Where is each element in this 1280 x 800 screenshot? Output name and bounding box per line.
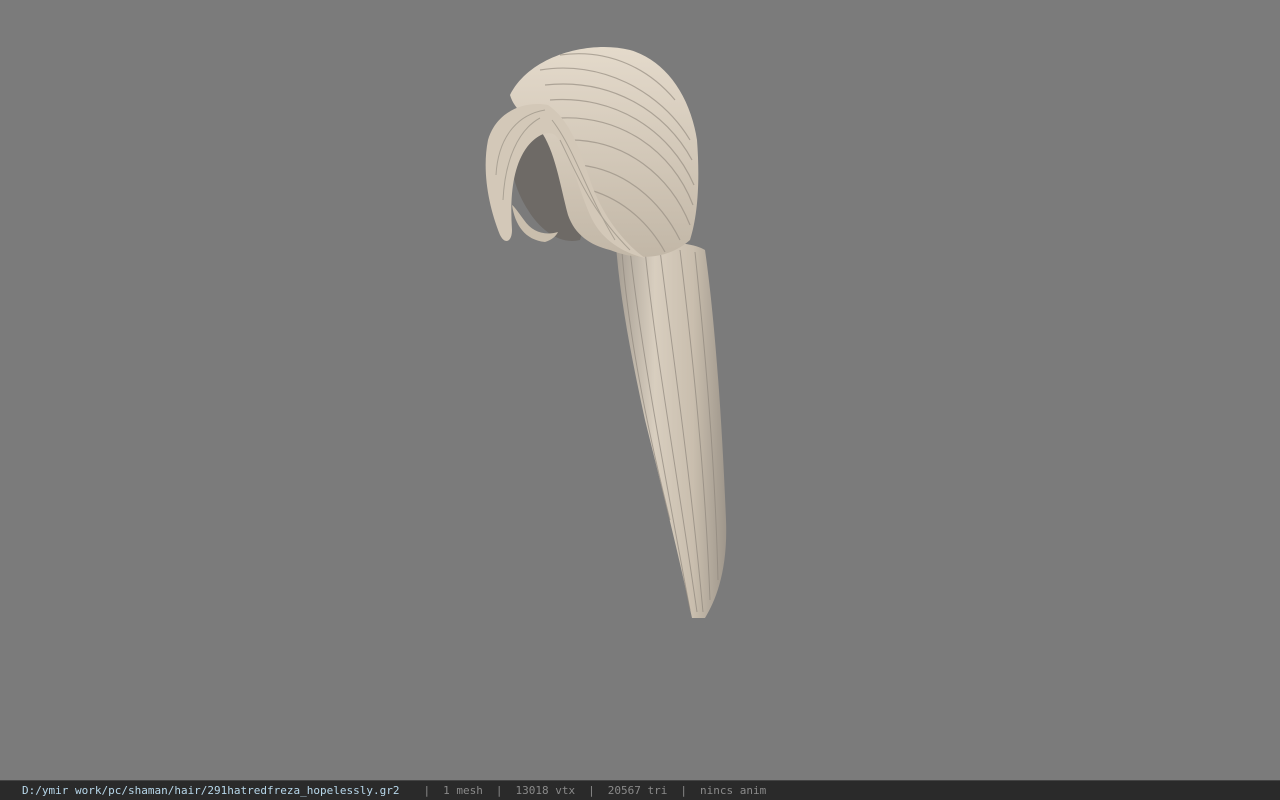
animation-status: nincs anim — [699, 784, 767, 797]
hair-model-render[interactable] — [0, 0, 1280, 780]
hair-ponytail — [616, 241, 727, 618]
separator: | — [588, 784, 595, 797]
file-path: D:/ymir work/pc/shaman/hair/291hatredfre… — [22, 784, 400, 797]
3d-viewport[interactable] — [0, 0, 1280, 780]
vertex-count: 13018 vtx — [515, 784, 576, 797]
separator: | — [495, 784, 503, 797]
triangle-count: 20567 tri — [607, 784, 668, 797]
status-bar: D:/ymir work/pc/shaman/hair/291hatredfre… — [0, 780, 1280, 800]
separator: | — [423, 784, 431, 797]
separator: | — [680, 784, 687, 797]
mesh-count: 1 mesh — [443, 784, 483, 797]
